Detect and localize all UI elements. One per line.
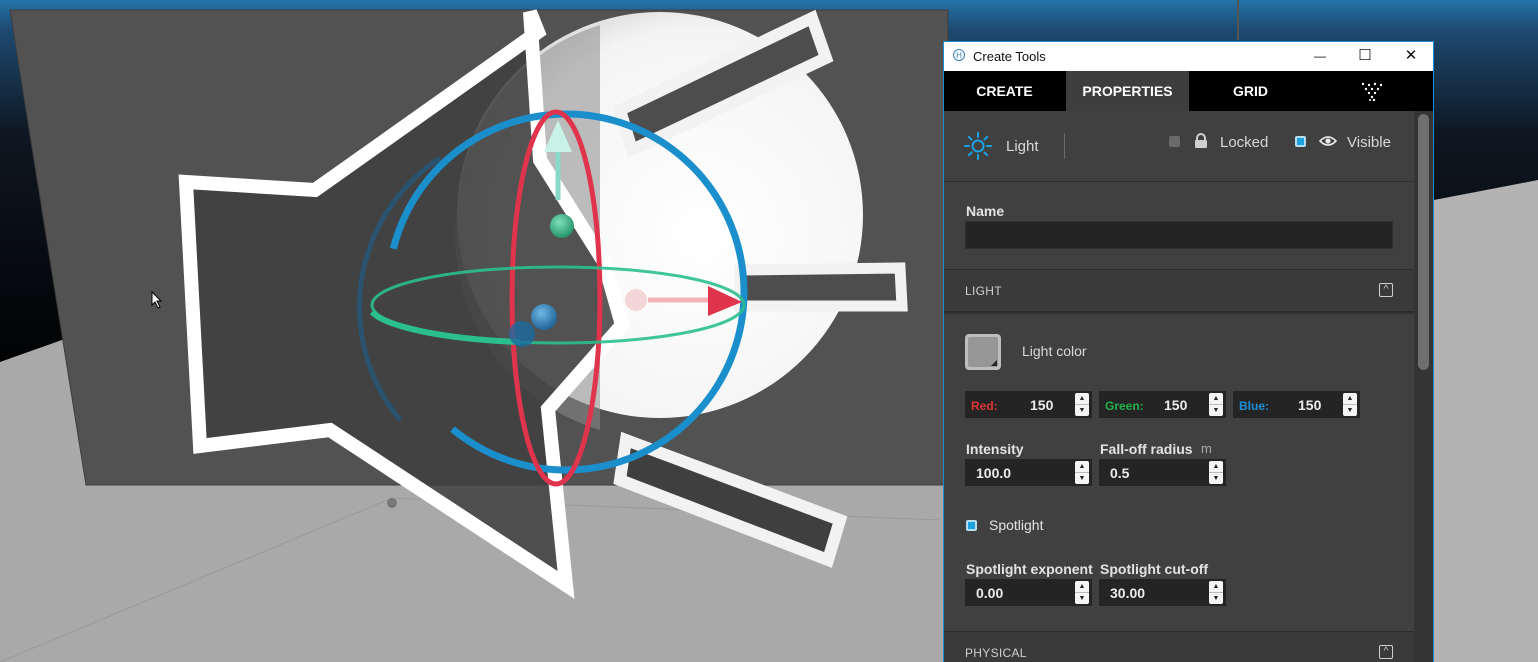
spot-cutoff-stepper[interactable]: ▲ ▼ [1209,581,1223,604]
spot-exponent-value: 0.00 [976,585,1004,601]
falloff-input[interactable]: 0.5 ▲ ▼ [1099,459,1226,486]
swatch-corner-marker [991,360,997,366]
lock-icon [1195,133,1207,148]
physical-section-header[interactable]: PHYSICAL ^ [944,631,1414,662]
mouse-cursor-icon [151,291,163,309]
scrollbar[interactable] [1414,111,1433,662]
red-stepper[interactable]: ▲ ▼ [1075,393,1089,416]
close-button[interactable]: ✕ [1388,42,1433,71]
create-tools-window[interactable]: H Create Tools — ☐ ✕ CREATE PROPERTIES G… [943,41,1434,662]
tab-grid[interactable]: GRID [1189,71,1312,111]
properties-panel: Light Locked Visible Name LIGHT ^ Light … [944,111,1414,662]
falloff-unit: m [1201,441,1212,456]
tab-properties[interactable]: PROPERTIES [1066,71,1189,111]
scrollbar-thumb[interactable] [1418,114,1429,370]
blue-label: Blue: [1239,399,1269,413]
particles-icon[interactable] [1360,81,1386,103]
visible-label: Visible [1347,134,1391,151]
header-divider [1064,133,1065,159]
falloff-label: Fall-off radius [1100,441,1193,457]
physical-section-title: PHYSICAL [965,646,1027,660]
light-color-fill [968,337,998,367]
maximize-button[interactable]: ☐ [1342,42,1388,71]
visible-checkbox[interactable] [1295,136,1306,147]
app-logo-icon: H [953,49,965,61]
locked-checkbox[interactable] [1169,136,1180,147]
falloff-stepper[interactable]: ▲ ▼ [1209,461,1223,484]
spot-exponent-stepper[interactable]: ▲ ▼ [1075,581,1089,604]
blue-stepper[interactable]: ▲ ▼ [1343,393,1357,416]
red-label: Red: [971,399,998,413]
red-input[interactable]: Red: 150 ▲ ▼ [965,391,1092,418]
minimize-button[interactable]: — [1297,42,1343,71]
light-color-label: Light color [1022,343,1087,359]
entity-type-label: Light [1006,138,1039,155]
section-shadow [944,311,1414,315]
spot-exponent-input[interactable]: 0.00 ▲ ▼ [965,579,1092,606]
spotlight-checkbox[interactable] [966,520,977,531]
tab-bar: CREATE PROPERTIES GRID [944,71,1433,111]
blue-input[interactable]: Blue: 150 ▲ ▼ [1233,391,1360,418]
tab-create[interactable]: CREATE [944,71,1065,111]
light-section-header[interactable]: LIGHT ^ [944,269,1414,312]
green-value: 150 [1164,397,1188,413]
spotlight-label: Spotlight [989,517,1044,533]
spot-cutoff-input[interactable]: 30.00 ▲ ▼ [1099,579,1226,606]
collapse-light-button[interactable]: ^ [1379,283,1393,297]
blue-value: 150 [1298,397,1322,413]
intensity-value: 100.0 [976,465,1012,481]
name-input[interactable] [965,221,1393,249]
intensity-label: Intensity [966,441,1024,457]
green-input[interactable]: Green: 150 ▲ ▼ [1099,391,1226,418]
locked-label: Locked [1220,134,1269,151]
window-title: Create Tools [973,49,1046,64]
sun-icon [964,132,992,160]
eye-icon [1319,136,1337,146]
green-stepper[interactable]: ▲ ▼ [1209,393,1223,416]
falloff-value: 0.5 [1110,465,1130,481]
intensity-stepper[interactable]: ▲ ▼ [1075,461,1089,484]
green-label: Green: [1105,399,1144,413]
spot-cutoff-value: 30.00 [1110,585,1146,601]
title-bar[interactable]: H Create Tools — ☐ ✕ [944,42,1433,71]
light-section-title: LIGHT [965,284,1002,298]
light-color-swatch[interactable] [965,334,1001,370]
intensity-input[interactable]: 100.0 ▲ ▼ [965,459,1092,486]
spot-cutoff-label: Spotlight cut-off [1100,561,1209,577]
spot-exponent-label: Spotlight exponent [966,561,1093,577]
red-value: 150 [1030,397,1054,413]
header-separator [944,181,1414,182]
collapse-physical-button[interactable]: ^ [1379,645,1393,659]
name-label: Name [966,203,1005,219]
